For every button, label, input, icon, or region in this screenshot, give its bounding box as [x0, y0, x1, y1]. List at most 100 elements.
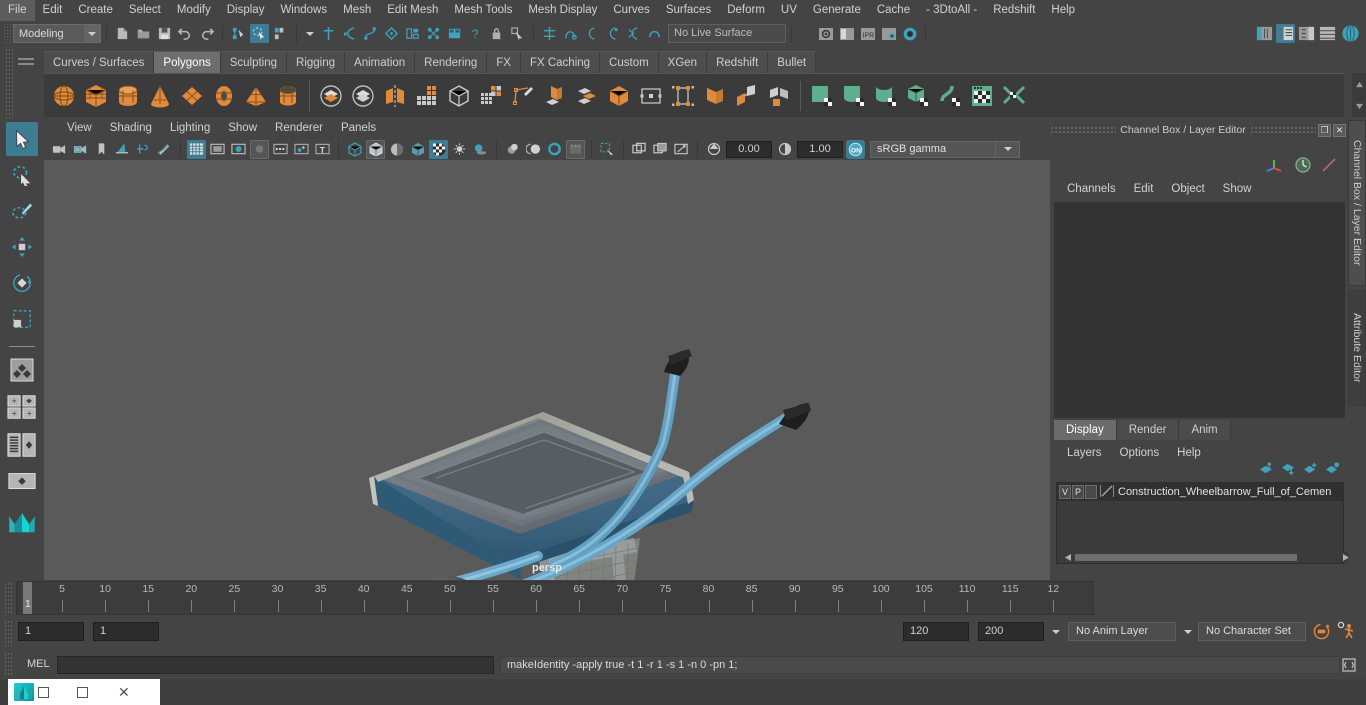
color-management-toggle-icon[interactable]: ON: [846, 139, 865, 159]
uv-spherical-icon[interactable]: [871, 79, 901, 113]
mask-cv-button[interactable]: [340, 24, 359, 43]
irr-render-button[interactable]: [837, 24, 856, 43]
render-current-frame-button[interactable]: [816, 24, 835, 43]
viewport-gamma-icon[interactable]: [566, 139, 585, 159]
anti-alias-icon[interactable]: [545, 140, 564, 159]
snap-to-view-planes-button[interactable]: [624, 24, 643, 43]
menu-item-deform[interactable]: Deform: [719, 0, 773, 21]
text-overlay-icon[interactable]: T: [313, 140, 332, 159]
toggle-sidebar-two-button[interactable]: [1276, 24, 1295, 43]
toggle-sidebar-four-button[interactable]: [1318, 24, 1337, 43]
create-polygon-tool-icon[interactable]: [508, 79, 538, 113]
exposure-icon[interactable]: [704, 140, 723, 159]
lock-selection-button[interactable]: [487, 24, 506, 43]
textured-shading-icon[interactable]: [408, 140, 427, 159]
mask-parm-button[interactable]: [403, 24, 422, 43]
texture-display-icon[interactable]: [429, 139, 448, 159]
open-scene-button[interactable]: [134, 24, 153, 43]
time-slider-grip[interactable]: [4, 582, 12, 614]
render-settings-button[interactable]: [879, 24, 898, 43]
bevel-icon[interactable]: [604, 79, 634, 113]
poly-plane-icon[interactable]: [177, 79, 207, 113]
undo-button[interactable]: [176, 24, 195, 43]
rotate-tool-button[interactable]: [6, 266, 38, 300]
redo-button[interactable]: [197, 24, 216, 43]
save-scene-button[interactable]: [155, 24, 174, 43]
poly-cube-icon[interactable]: [81, 79, 111, 113]
shelf-drag-handle[interactable]: [18, 58, 34, 68]
two-d-pan-zoom-icon[interactable]: [134, 140, 153, 159]
snap-to-projected-center-button[interactable]: [603, 24, 622, 43]
layer-tab-display[interactable]: Display: [1054, 420, 1117, 440]
menu-item-create[interactable]: Create: [70, 0, 121, 21]
restore-window-button[interactable]: [38, 686, 49, 698]
layer-list-hscrollbar[interactable]: [1063, 552, 1351, 563]
exposure-field[interactable]: 0.00: [726, 140, 772, 158]
scale-tool-button[interactable]: [6, 302, 38, 336]
menu-item-surfaces[interactable]: Surfaces: [658, 0, 719, 21]
ambient-occlusion-icon[interactable]: [503, 140, 522, 159]
color-space-select[interactable]: sRGB gamma: [870, 140, 996, 158]
menu-item-modify[interactable]: Modify: [169, 0, 219, 21]
shelf-tab-fx-caching[interactable]: FX Caching: [520, 51, 601, 73]
menu-set-dropdown[interactable]: Modeling: [13, 24, 101, 43]
uv-planar-icon[interactable]: [807, 79, 837, 113]
layer-menu-options[interactable]: Options: [1111, 443, 1169, 463]
menu-item-edit-mesh[interactable]: Edit Mesh: [379, 0, 446, 21]
viewport-menu-renderer[interactable]: Renderer: [266, 118, 332, 138]
shelf-tab-redshift[interactable]: Redshift: [707, 51, 769, 73]
snap-to-point-button[interactable]: [582, 24, 601, 43]
menu-item-file[interactable]: File: [0, 0, 35, 21]
chevron-down-icon[interactable]: [84, 25, 100, 42]
transfer-attributes-icon[interactable]: [732, 79, 762, 113]
command-line-grip[interactable]: [4, 652, 12, 677]
mask-image-plane-button[interactable]: [445, 24, 464, 43]
append-polygon-icon[interactable]: [668, 79, 698, 113]
shelf-tab-polygons[interactable]: Polygons: [154, 51, 221, 73]
menu-item-display[interactable]: Display: [219, 0, 273, 21]
quadrangulate-icon[interactable]: [764, 79, 794, 113]
persp-graph-layout-button[interactable]: [6, 465, 38, 499]
persp-outliner-layout-button[interactable]: [6, 427, 38, 463]
mask-point-button[interactable]: [382, 24, 401, 43]
menu-item-help[interactable]: Help: [1043, 0, 1083, 21]
shelf-grip[interactable]: [5, 48, 13, 118]
menu-item-mesh-tools[interactable]: Mesh Tools: [446, 0, 520, 21]
make-live-button[interactable]: [645, 24, 664, 43]
time-slider-ruler[interactable]: 1 5 10 15 20 25 30 35 40 45 50 55 60 65 70 75 80 85 90 95 1…: [16, 581, 1094, 615]
layer-list-scroll-thumb[interactable]: [1075, 554, 1297, 561]
uv-automatic-icon[interactable]: [903, 79, 933, 113]
layer-menu-help[interactable]: Help: [1168, 443, 1210, 463]
wedge-icon[interactable]: [700, 79, 730, 113]
poly-cone-icon[interactable]: [145, 79, 175, 113]
layer-name-label[interactable]: Construction_Wheelbarrow_Full_of_Cemen: [1118, 486, 1331, 498]
panel-drag-dots-right[interactable]: [1250, 125, 1316, 135]
shelf-tab-rigging[interactable]: Rigging: [287, 51, 346, 73]
poly-torus-icon[interactable]: [209, 79, 239, 113]
grid-toggle-icon[interactable]: [187, 139, 206, 159]
layer-tab-render[interactable]: Render: [1116, 420, 1180, 440]
channel-menu-channels[interactable]: Channels: [1058, 178, 1125, 200]
highlight-selection-button[interactable]: [508, 24, 527, 43]
poly-sphere-icon[interactable]: [49, 79, 79, 113]
toggle-sidebar-three-button[interactable]: [1297, 24, 1316, 43]
lasso-select-tool-button[interactable]: [6, 158, 38, 192]
animation-preferences-icon[interactable]: [1336, 621, 1356, 644]
layer-visibility-toggle[interactable]: V: [1059, 485, 1071, 499]
range-start-field[interactable]: 1: [93, 622, 159, 641]
image-plane-icon[interactable]: [113, 140, 132, 159]
live-surface-field[interactable]: No Live Surface: [668, 24, 786, 43]
ramp-curve-icon[interactable]: [1320, 156, 1338, 177]
display-layer-row[interactable]: V P Construction_Wheelbarrow_Full_of_Cem…: [1057, 483, 1343, 501]
panel-drag-dots[interactable]: [1050, 125, 1116, 135]
select-by-component-button[interactable]: [271, 24, 290, 43]
smooth-icon[interactable]: [412, 79, 442, 113]
layer-playback-toggle[interactable]: P: [1072, 485, 1084, 499]
gamma-field[interactable]: 1.00: [797, 140, 843, 158]
shelf-tab-bullet[interactable]: Bullet: [768, 51, 817, 73]
shelf-scroll-arrows[interactable]: [1352, 73, 1366, 117]
component-mask-caret[interactable]: [302, 24, 318, 43]
poly-pyramid-icon[interactable]: [241, 79, 271, 113]
anim-layer-chevron-icon[interactable]: [1048, 622, 1064, 641]
command-input[interactable]: [57, 656, 494, 674]
